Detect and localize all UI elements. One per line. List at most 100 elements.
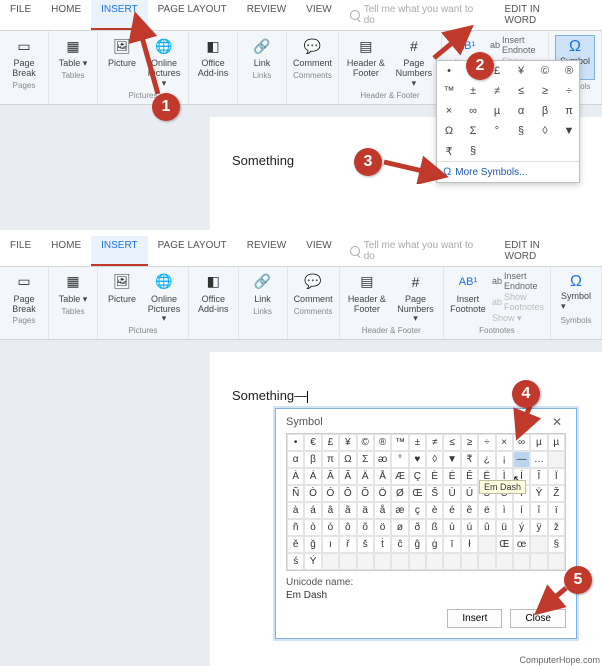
- symbol-grid-cell[interactable]: ¡: [496, 451, 513, 468]
- page-break-button[interactable]: ▭Page Break: [6, 35, 42, 79]
- tell-me-search[interactable]: Tell me what you want to do: [342, 0, 495, 30]
- office-addins-button[interactable]: ◧Office Add-ins: [195, 35, 231, 79]
- symbol-grid-cell[interactable]: À: [287, 468, 304, 485]
- symbol-grid-cell[interactable]: í: [513, 502, 530, 519]
- symbol-grid-cell[interactable]: Ø: [391, 485, 408, 502]
- symbol-cell[interactable]: ×: [437, 101, 461, 121]
- symbol-grid-cell[interactable]: î: [530, 502, 547, 519]
- tab-pagelayout[interactable]: PAGE LAYOUT: [148, 0, 237, 30]
- online-pictures-button[interactable]: 🌐Online Pictures ▾: [146, 271, 182, 325]
- symbol-grid-cell[interactable]: ß: [426, 519, 443, 536]
- symbol-grid-cell[interactable]: Ã: [339, 468, 356, 485]
- symbol-grid-cell[interactable]: É: [443, 468, 460, 485]
- page-numbers-button[interactable]: #Page Numbers ▾: [393, 35, 435, 89]
- symbol-grid-cell[interactable]: £: [322, 434, 339, 451]
- symbol-cell[interactable]: §: [461, 141, 485, 161]
- symbol-cell[interactable]: °: [485, 121, 509, 141]
- symbol-cell[interactable]: ∞: [461, 101, 485, 121]
- symbol-grid-cell[interactable]: ï: [548, 502, 565, 519]
- symbol-grid-cell[interactable]: ÿ: [530, 519, 547, 536]
- tab-insert[interactable]: INSERT: [91, 0, 148, 30]
- symbol-grid-cell[interactable]: ü: [496, 519, 513, 536]
- symbol-grid-cell[interactable]: —: [513, 451, 530, 468]
- edit-in-word[interactable]: EDIT IN WORD: [495, 0, 602, 30]
- symbol-grid-cell[interactable]: ᴔ: [374, 451, 391, 468]
- symbol-grid-cell[interactable]: ĉ: [391, 536, 408, 553]
- symbol-cell[interactable]: β: [533, 101, 557, 121]
- symbol-cell[interactable]: ₹: [437, 141, 461, 161]
- symbol-grid-cell[interactable]: é: [443, 502, 460, 519]
- tab-insert[interactable]: INSERT: [91, 236, 148, 266]
- symbol-grid-cell[interactable]: ê: [461, 502, 478, 519]
- symbol-grid-cell[interactable]: Ê: [461, 468, 478, 485]
- symbol-grid-cell[interactable]: å: [374, 502, 391, 519]
- symbol-grid-cell[interactable]: ġ: [426, 536, 443, 553]
- symbol-grid-cell[interactable]: ù: [443, 519, 460, 536]
- symbol-grid-cell[interactable]: Š: [426, 485, 443, 502]
- symbol-grid-cell[interactable]: ø: [391, 519, 408, 536]
- symbol-grid-cell[interactable]: ¥: [339, 434, 356, 451]
- symbol-grid-cell[interactable]: ś: [287, 553, 304, 570]
- symbol-cell[interactable]: µ: [485, 101, 509, 121]
- tell-me-search[interactable]: Tell me what you want to do: [342, 236, 495, 266]
- symbol-grid-cell[interactable]: Æ: [391, 468, 408, 485]
- symbol-grid-cell[interactable]: Ï: [548, 468, 565, 485]
- symbol-grid-cell[interactable]: ã: [339, 502, 356, 519]
- symbol-grid-cell[interactable]: è: [426, 502, 443, 519]
- symbol-grid-cell[interactable]: â: [322, 502, 339, 519]
- symbol-grid-cell[interactable]: ó: [322, 519, 339, 536]
- symbol-grid-cell[interactable]: ł: [461, 536, 478, 553]
- insert-endnote-button[interactable]: abInsert Endnote: [490, 35, 542, 55]
- tab-review[interactable]: REVIEW: [237, 236, 296, 266]
- symbol-grid-cell[interactable]: ♥: [409, 451, 426, 468]
- tab-file[interactable]: FILE: [0, 236, 41, 266]
- symbol-cell[interactable]: α: [509, 101, 533, 121]
- symbol-grid-cell[interactable]: §: [548, 536, 565, 553]
- tab-view[interactable]: VIEW: [296, 236, 342, 266]
- symbol-cell[interactable]: ▼: [557, 121, 581, 141]
- comment-button[interactable]: 💬Comment: [294, 271, 333, 305]
- symbol-grid-cell[interactable]: ô: [339, 519, 356, 536]
- symbol-grid-cell[interactable]: æ: [391, 502, 408, 519]
- symbol-grid-cell[interactable]: Ä: [357, 468, 374, 485]
- symbol-grid-cell[interactable]: ř: [339, 536, 356, 553]
- page-numbers-button[interactable]: #Page Numbers ▾: [394, 271, 437, 325]
- symbol-grid-cell[interactable]: Ÿ: [530, 485, 547, 502]
- symbol-cell[interactable]: ¥: [509, 61, 533, 81]
- symbol-grid-cell[interactable]: Á: [304, 468, 321, 485]
- tab-file[interactable]: FILE: [0, 0, 41, 30]
- symbol-grid-cell[interactable]: ™: [391, 434, 408, 451]
- symbol-grid-cell[interactable]: ×: [496, 434, 513, 451]
- symbol-grid-cell[interactable]: Ç: [409, 468, 426, 485]
- symbol-grid-cell[interactable]: Ý: [304, 553, 321, 570]
- tab-view[interactable]: VIEW: [296, 0, 342, 30]
- header-footer-button[interactable]: ▤Header & Footer: [345, 35, 387, 79]
- symbol-grid-cell[interactable]: ±: [409, 434, 426, 451]
- symbol-grid-cell[interactable]: ≠: [426, 434, 443, 451]
- symbol-cell[interactable]: Ω: [437, 121, 461, 141]
- symbol-grid-cell[interactable]: ▼: [443, 451, 460, 468]
- symbol-cell[interactable]: ÷: [557, 81, 581, 101]
- symbol-grid-cell[interactable]: α: [287, 451, 304, 468]
- symbol-grid-cell[interactable]: û: [478, 519, 495, 536]
- symbol-grid-cell[interactable]: à: [287, 502, 304, 519]
- symbol-grid-cell[interactable]: Ô: [339, 485, 356, 502]
- symbol-grid-cell[interactable]: ú: [461, 519, 478, 536]
- comment-button[interactable]: 💬Comment: [293, 35, 332, 69]
- symbol-grid-cell[interactable]: Î: [530, 468, 547, 485]
- symbol-grid-cell[interactable]: Ω: [339, 451, 356, 468]
- office-addins-button[interactable]: ◧Office Add-ins: [195, 271, 232, 315]
- symbol-grid-cell[interactable]: β: [304, 451, 321, 468]
- symbol-grid-cell[interactable]: Å: [374, 468, 391, 485]
- symbol-grid-cell[interactable]: Σ: [357, 451, 374, 468]
- symbol-grid-cell[interactable]: Œ: [496, 536, 513, 553]
- page-break-button[interactable]: ▭Page Break: [6, 271, 42, 315]
- symbol-grid-cell[interactable]: ◊: [426, 451, 443, 468]
- symbol-cell[interactable]: ™: [437, 81, 461, 101]
- symbol-grid-cell[interactable]: €: [304, 434, 321, 451]
- symbol-cell[interactable]: §: [509, 121, 533, 141]
- symbol-cell[interactable]: ≠: [485, 81, 509, 101]
- symbol-grid-cell[interactable]: ı: [322, 536, 339, 553]
- symbol-grid-cell[interactable]: ®: [374, 434, 391, 451]
- edit-in-word[interactable]: EDIT IN WORD: [495, 236, 602, 266]
